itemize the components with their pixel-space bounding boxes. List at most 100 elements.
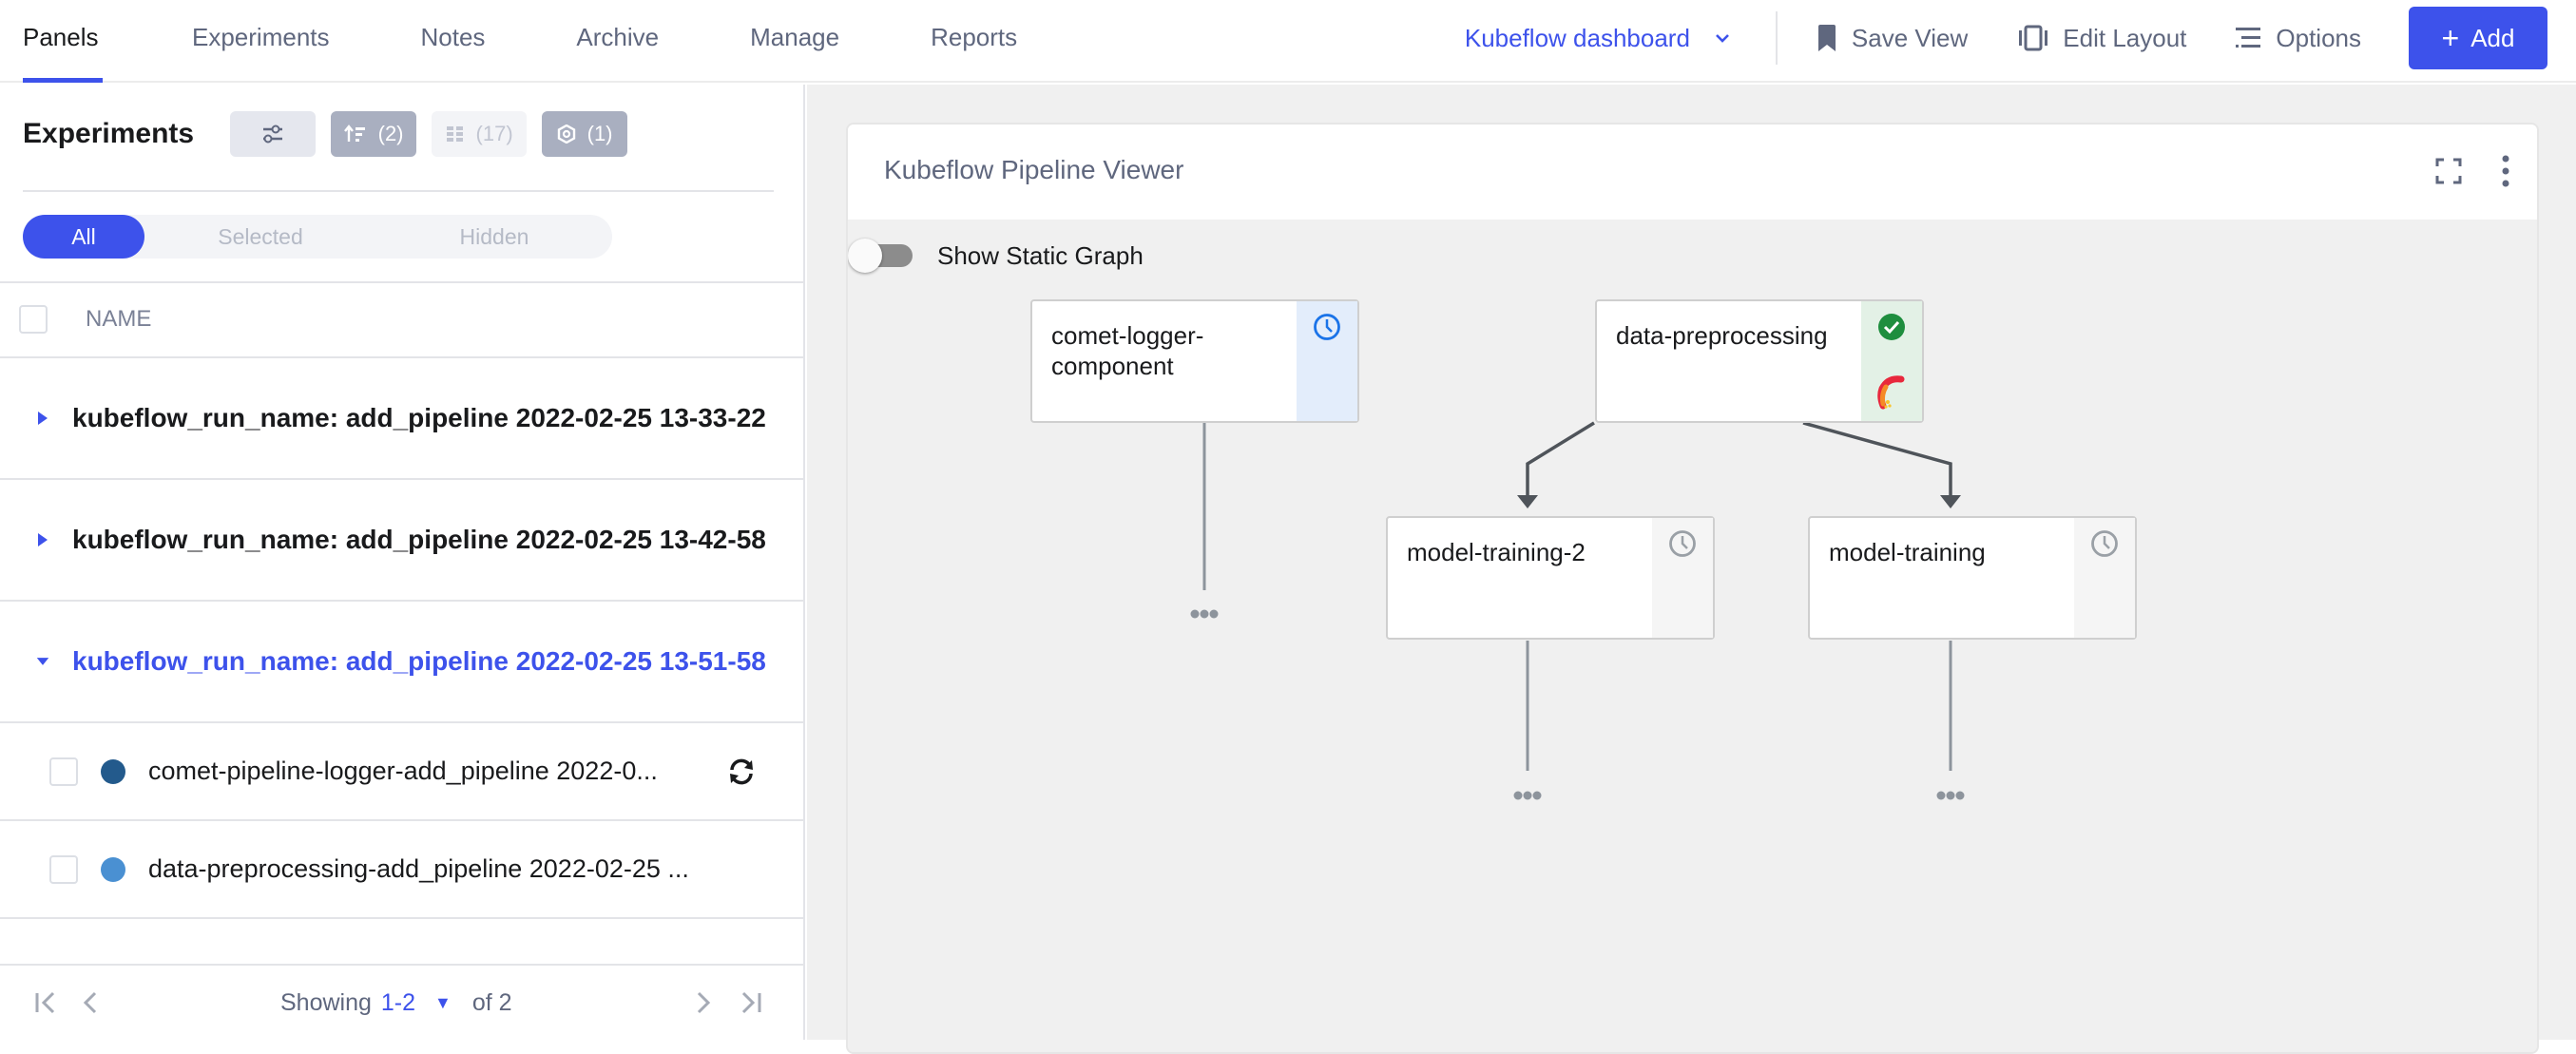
node-label: model-training [1829,538,1986,566]
static-graph-label: Show Static Graph [937,240,1144,270]
experiments-header: Experiments (2) (17) (1) [23,111,643,157]
group-label: kubeflow_run_name: add_pipeline 2022-02-… [72,646,766,676]
panel-title: Kubeflow Pipeline Viewer [884,155,1184,184]
sort-icon [343,125,365,142]
node-status-bar [1297,301,1357,421]
panel-actions [2434,155,2510,192]
static-graph-toggle[interactable] [848,239,916,273]
experiment-row[interactable]: comet-pipeline-logger-add_pipeline 2022-… [0,723,805,819]
pagination: Showing 1-2 ▼ of 2 [0,964,805,1040]
filter-count: (1) [586,122,613,145]
segment-selected[interactable]: Selected [144,215,376,259]
edge-preprocess-to-training-2 [1526,421,1595,497]
caret-right-icon [38,412,48,425]
options-icon [2236,28,2261,48]
caret-down-icon [36,658,49,665]
options-label: Options [2276,23,2361,52]
select-all-checkbox[interactable] [19,304,48,334]
panel-header: Kubeflow Pipeline Viewer [848,125,2537,220]
columns-button[interactable]: (17) [432,111,528,157]
top-bar: Panels Experiments Notes Archive Manage … [0,0,2576,83]
experiments-title: Experiments [23,118,195,149]
tab-experiments[interactable]: Experiments [192,0,330,83]
divider [0,917,805,919]
filter-button[interactable]: (1) [542,111,628,157]
visibility-segmented-control: All Selected Hidden [23,215,612,259]
panel-menu-button[interactable] [2501,155,2510,192]
experiment-color-dot[interactable] [101,856,125,882]
experiment-name[interactable]: data-preprocessing-add_pipeline 2022-02-… [148,854,719,884]
static-graph-toggle-row: Show Static Graph [848,239,1144,273]
sort-button[interactable]: (2) [331,111,417,157]
table-header: NAME [0,281,805,356]
segment-hidden[interactable]: Hidden [376,215,612,259]
save-view-button[interactable]: Save View [1816,24,1968,53]
clock-icon [1314,314,1340,340]
pagination-summary: Showing 1-2 ▼ of 2 [280,989,512,1017]
plus-icon: + [2441,21,2460,55]
columns-count: (17) [475,122,513,145]
edit-layout-label: Edit Layout [2063,23,2187,52]
tab-manage[interactable]: Manage [750,0,839,83]
main-tabs: Panels Experiments Notes Archive Manage … [0,0,1017,83]
check-circle-icon [1878,314,1905,340]
toolbar: Kubeflow dashboard Save View Edit Layout… [1465,7,2547,69]
first-page-icon[interactable] [34,989,59,1016]
toolbar-divider [1775,11,1778,65]
sliders-icon [263,125,283,144]
experiment-name[interactable]: comet-pipeline-logger-add_pipeline 2022-… [148,757,719,786]
prev-page-icon[interactable] [82,989,99,1016]
caret-down-icon[interactable]: ▼ [434,993,452,1013]
pipeline-node[interactable]: model-training [1808,516,2137,640]
arrowhead [1517,495,1538,508]
dashboard-select[interactable]: Kubeflow dashboard [1465,24,1732,53]
experiment-color-dot[interactable] [101,758,125,784]
node-status-bar [1861,301,1922,421]
group-row[interactable]: kubeflow_run_name: add_pipeline 2022-02-… [0,602,805,721]
ellipsis-icon [1513,791,1542,800]
group-label: kubeflow_run_name: add_pipeline 2022-02-… [72,525,766,554]
experiment-checkbox[interactable] [49,854,78,884]
ellipsis-icon [1190,609,1219,619]
tab-reports[interactable]: Reports [931,0,1017,83]
page-range-select[interactable]: 1-2 [381,989,415,1017]
caret-right-icon [38,533,48,546]
tab-notes[interactable]: Notes [421,0,486,83]
options-button[interactable]: Options [2234,24,2361,53]
panels-area: Kubeflow Pipeline Viewer Show Static Gra… [807,85,2576,1054]
sort-count: (2) [377,122,404,145]
header-divider [23,190,774,192]
showing-label: Showing [280,988,372,1016]
total-label: of 2 [471,988,512,1016]
last-page-icon[interactable] [738,989,762,1016]
node-status-bar [2074,518,2135,638]
node-label: model-training-2 [1407,538,1586,566]
add-button[interactable]: + Add [2409,7,2547,69]
group-row[interactable]: kubeflow_run_name: add_pipeline 2022-02-… [0,358,805,478]
more-vertical-icon [2502,155,2509,187]
group-by-button[interactable] [230,111,317,157]
pipeline-viewer-panel: Kubeflow Pipeline Viewer Show Static Gra… [846,123,2539,1054]
arrowhead [1940,495,1961,508]
group-row[interactable]: kubeflow_run_name: add_pipeline 2022-02-… [0,480,805,600]
next-page-icon[interactable] [695,989,712,1016]
column-header-name: NAME [86,305,152,332]
experiment-row[interactable]: data-preprocessing-add_pipeline 2022-02-… [0,821,805,917]
clock-icon [2091,530,2118,557]
segment-all[interactable]: All [23,215,144,259]
pipeline-node[interactable]: model-training-2 [1386,516,1715,640]
pipeline-node[interactable]: comet-logger-component [1030,299,1359,423]
edit-layout-button[interactable]: Edit Layout [2017,24,2186,53]
tab-panels[interactable]: Panels [23,0,103,83]
columns-icon [446,126,463,142]
tab-archive[interactable]: Archive [576,0,659,83]
ellipsis-icon [1936,791,1965,800]
refresh-icon[interactable] [726,757,757,787]
experiments-panel: Experiments (2) (17) (1) All Selected Hi… [0,85,805,1040]
comet-logo-icon [1877,375,1905,410]
chevron-down-icon [1716,34,1729,43]
fullscreen-button[interactable] [2434,157,2463,190]
clock-icon [1669,530,1696,557]
experiment-checkbox[interactable] [49,757,78,786]
pipeline-node[interactable]: data-preprocessing [1595,299,1924,423]
